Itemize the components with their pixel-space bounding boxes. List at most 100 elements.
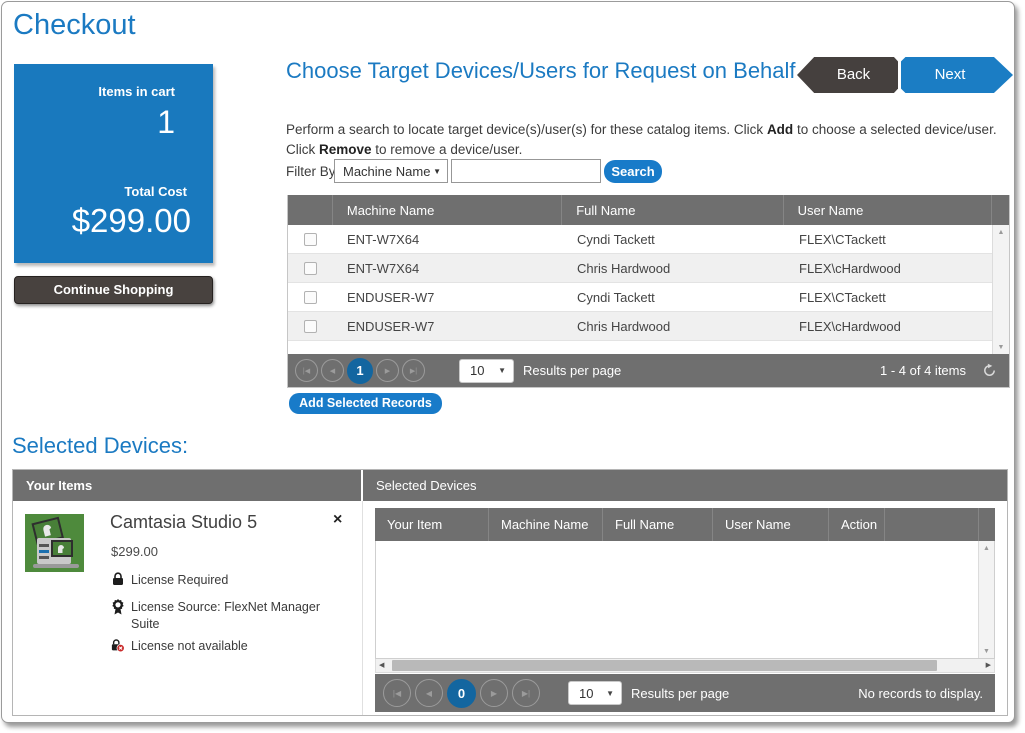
full-name-column-header[interactable]: Full Name xyxy=(562,195,783,225)
full-name-cell: Chris Hardwood xyxy=(563,312,785,340)
continue-shopping-button[interactable]: Continue Shopping xyxy=(14,276,213,304)
vertical-scrollbar[interactable]: ▲ ▼ xyxy=(992,225,1009,354)
wizard-heading: Choose Target Devices/Users for Request … xyxy=(286,58,801,85)
items-in-cart-label: Items in cart xyxy=(98,84,175,99)
last-page-button[interactable]: ▶| xyxy=(512,679,540,707)
row-checkbox[interactable] xyxy=(304,320,317,333)
user-name-cell: FLEX\CTackett xyxy=(785,283,994,311)
first-page-button[interactable]: |◀ xyxy=(295,359,318,382)
app-window: Checkout Items in cart 1 Total Cost $299… xyxy=(1,1,1015,723)
vertical-scrollbar[interactable]: ▲ ▼ xyxy=(978,541,994,658)
user-name-cell: FLEX\cHardwood xyxy=(785,312,994,340)
filter-by-label: Filter By: xyxy=(286,164,339,179)
license-source-row: License Source: FlexNet Manager Suite xyxy=(111,599,331,633)
no-records-label: No records to display. xyxy=(858,686,983,701)
license-not-available-row: License not available xyxy=(111,638,331,655)
next-page-button[interactable]: ▶ xyxy=(376,359,399,382)
lock-unavailable-icon xyxy=(111,638,125,653)
results-per-page-label: Results per page xyxy=(631,686,729,701)
table-row[interactable]: ENDUSER-W7 Cyndi Tackett FLEX\CTackett xyxy=(288,283,1009,312)
user-name-cell: FLEX\CTackett xyxy=(785,225,994,253)
row-checkbox[interactable] xyxy=(304,291,317,304)
device-table-header-row: Machine Name Full Name User Name xyxy=(288,195,1009,225)
scroll-right-icon[interactable]: ▶ xyxy=(986,659,991,672)
lock-icon xyxy=(111,572,125,586)
select-column-header xyxy=(288,195,333,225)
items-range-label: 1 - 4 of 4 items xyxy=(880,363,966,378)
selected-devices-panel: Your Items Selected Devices Camtasia Stu… xyxy=(12,469,1008,716)
scroll-up-icon[interactable]: ▲ xyxy=(993,229,1009,236)
instructions-text: Perform a search to locate target device… xyxy=(286,120,1013,159)
search-button[interactable]: Search xyxy=(604,160,662,183)
chevron-down-icon: ▼ xyxy=(433,167,441,176)
item-price: $299.00 xyxy=(111,544,158,559)
row-checkbox[interactable] xyxy=(304,233,317,246)
add-selected-records-button[interactable]: Add Selected Records xyxy=(289,393,442,414)
horizontal-scrollbar[interactable]: ◀ ▶ xyxy=(375,659,995,673)
next-button[interactable]: Next xyxy=(901,57,1013,93)
previous-page-button[interactable]: ◀ xyxy=(321,359,344,382)
next-page-button[interactable]: ▶ xyxy=(480,679,508,707)
instructions-part: to remove a device/user. xyxy=(372,142,523,157)
license-not-available-text: License not available xyxy=(131,638,331,655)
table-row[interactable]: ENDUSER-W7 Chris Hardwood FLEX\cHardwood xyxy=(288,312,1009,341)
user-name-cell: FLEX\cHardwood xyxy=(785,254,994,282)
machine-name-cell: ENDUSER-W7 xyxy=(333,312,563,340)
last-page-button[interactable]: ▶| xyxy=(402,359,425,382)
chevron-down-icon: ▼ xyxy=(606,689,614,698)
selected-table-header-row: Your Item Machine Name Full Name User Na… xyxy=(375,508,995,541)
full-name-column-header[interactable]: Full Name xyxy=(603,508,713,541)
machine-name-cell: ENT-W7X64 xyxy=(333,225,563,253)
panel-divider xyxy=(361,501,363,715)
current-page-button[interactable]: 0 xyxy=(447,679,476,708)
selected-table-empty-body: ▲ ▼ xyxy=(375,541,995,659)
table-row[interactable]: ENT-W7X64 Cyndi Tackett FLEX\CTackett xyxy=(288,225,1009,254)
machine-name-cell: ENDUSER-W7 xyxy=(333,283,563,311)
previous-page-button[interactable]: ◀ xyxy=(415,679,443,707)
instructions-remove-keyword: Remove xyxy=(319,142,372,157)
back-button[interactable]: Back xyxy=(797,57,898,93)
total-cost-label: Total Cost xyxy=(124,184,187,199)
scroll-down-icon[interactable]: ▼ xyxy=(979,648,994,655)
machine-name-cell: ENT-W7X64 xyxy=(333,254,563,282)
filter-field-select[interactable]: Machine Name ▼ xyxy=(334,159,448,183)
device-table-pager: |◀ ◀ 1 ▶ ▶| 10 ▼ Results per page 1 - 4 … xyxy=(288,354,1009,387)
spacer-column-header xyxy=(885,508,979,541)
chevron-down-icon: ▼ xyxy=(498,366,506,375)
device-search-results-table: Machine Name Full Name User Name ENT-W7X… xyxy=(287,195,1010,388)
license-badge-icon xyxy=(111,599,125,615)
selected-devices-table: Your Item Machine Name Full Name User Na… xyxy=(375,508,995,712)
first-page-button[interactable]: |◀ xyxy=(383,679,411,707)
license-source-text: License Source: FlexNet Manager Suite xyxy=(131,599,331,633)
page-title: Checkout xyxy=(13,9,136,42)
full-name-cell: Cyndi Tackett xyxy=(563,225,785,253)
filter-selected-option: Machine Name xyxy=(343,164,430,179)
remove-item-icon[interactable]: × xyxy=(333,512,342,528)
search-input[interactable] xyxy=(451,159,601,183)
scroll-up-icon[interactable]: ▲ xyxy=(979,545,994,552)
your-item-column-header[interactable]: Your Item xyxy=(375,508,489,541)
your-items-header: Your Items xyxy=(13,470,361,501)
row-checkbox[interactable] xyxy=(304,262,317,275)
user-name-column-header[interactable]: User Name xyxy=(713,508,829,541)
results-per-page-label: Results per page xyxy=(523,363,621,378)
table-row[interactable]: ENT-W7X64 Chris Hardwood FLEX\cHardwood xyxy=(288,254,1009,283)
total-cost-value: $299.00 xyxy=(72,202,191,240)
page-size-select[interactable]: 10 ▼ xyxy=(568,681,622,705)
page-size-select[interactable]: 10 ▼ xyxy=(459,359,514,383)
machine-name-column-header[interactable]: Machine Name xyxy=(489,508,603,541)
scroll-left-icon[interactable]: ◀ xyxy=(379,659,384,672)
machine-name-column-header[interactable]: Machine Name xyxy=(333,195,562,225)
selected-devices-heading: Selected Devices: xyxy=(12,433,188,459)
scroll-down-icon[interactable]: ▼ xyxy=(993,344,1009,351)
user-name-column-header[interactable]: User Name xyxy=(784,195,992,225)
action-column-header[interactable]: Action xyxy=(829,508,885,541)
current-page-button[interactable]: 1 xyxy=(347,358,373,384)
selected-devices-table-header: Selected Devices xyxy=(363,470,1007,501)
refresh-icon[interactable] xyxy=(982,363,997,378)
full-name-cell: Cyndi Tackett xyxy=(563,283,785,311)
instructions-add-keyword: Add xyxy=(767,122,793,137)
scrollbar-thumb[interactable] xyxy=(392,660,937,671)
cart-summary-box: Items in cart 1 Total Cost $299.00 xyxy=(14,64,213,263)
license-required-text: License Required xyxy=(131,572,331,589)
